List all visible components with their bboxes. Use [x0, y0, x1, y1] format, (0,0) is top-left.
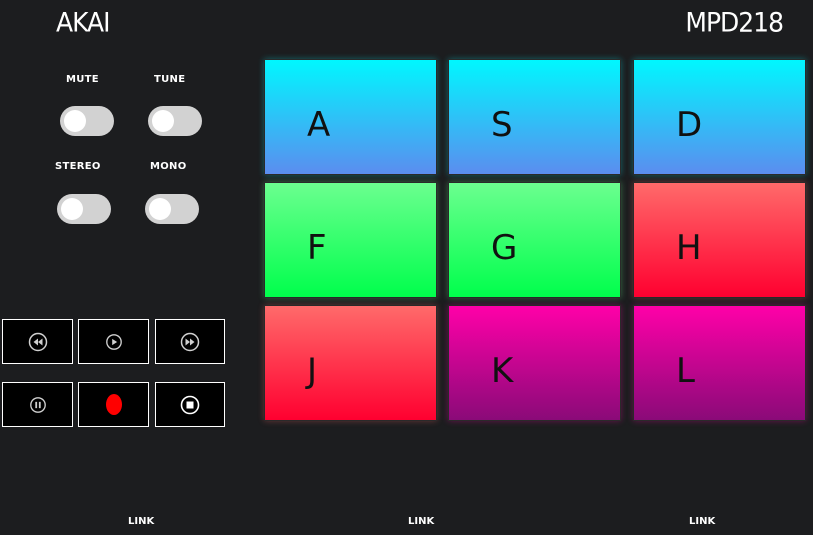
pad-h[interactable]: H: [633, 182, 806, 298]
pad-letter: A: [307, 105, 331, 145]
footer-link-2[interactable]: LINK: [408, 516, 434, 527]
fast-forward-icon: [180, 332, 200, 351]
pad-letter: D: [676, 105, 703, 145]
pad-k[interactable]: K: [448, 305, 621, 421]
model-name: MPD218: [685, 7, 784, 38]
toggle-knob: [149, 198, 171, 220]
stereo-label: STEREO: [55, 161, 101, 172]
toggle-knob: [152, 110, 174, 132]
brand-logo-akai: AKAI: [56, 7, 111, 38]
play-button[interactable]: [78, 319, 149, 364]
mute-toggle[interactable]: [60, 106, 114, 136]
tune-toggle[interactable]: [148, 106, 202, 136]
stop-icon: [180, 395, 200, 414]
record-button[interactable]: [78, 382, 149, 427]
footer-link-1[interactable]: LINK: [128, 516, 154, 527]
pad-s[interactable]: S: [448, 59, 621, 175]
pad-letter: S: [491, 105, 513, 145]
pad-letter: G: [491, 228, 518, 268]
pad-j[interactable]: J: [264, 305, 437, 421]
pad-letter: J: [307, 351, 318, 391]
toggle-knob: [61, 198, 83, 220]
pad-a[interactable]: A: [264, 59, 437, 175]
pad-d[interactable]: D: [633, 59, 806, 175]
pad-f[interactable]: F: [264, 182, 437, 298]
mpd218-controller: AKAI MPD218 MUTE TUNE STEREO MONO A S D …: [0, 0, 813, 535]
rewind-icon: [28, 332, 47, 351]
footer-link-3[interactable]: LINK: [689, 516, 715, 527]
mono-toggle[interactable]: [145, 194, 199, 224]
mono-label: MONO: [150, 161, 187, 172]
pad-letter: K: [491, 351, 514, 391]
fast-forward-button[interactable]: [155, 319, 225, 364]
toggle-knob: [64, 110, 86, 132]
pad-g[interactable]: G: [448, 182, 621, 298]
rewind-button[interactable]: [2, 319, 73, 364]
pause-button[interactable]: [2, 382, 73, 427]
record-icon: [105, 394, 122, 415]
pad-letter: H: [676, 228, 702, 268]
stereo-toggle[interactable]: [57, 194, 111, 224]
pause-icon: [29, 396, 46, 413]
pad-l[interactable]: L: [633, 305, 806, 421]
stop-button[interactable]: [155, 382, 225, 427]
mute-label: MUTE: [66, 74, 99, 85]
pad-letter: F: [307, 228, 327, 268]
play-icon: [105, 333, 122, 350]
tune-label: TUNE: [154, 74, 186, 85]
pad-letter: L: [676, 351, 695, 391]
